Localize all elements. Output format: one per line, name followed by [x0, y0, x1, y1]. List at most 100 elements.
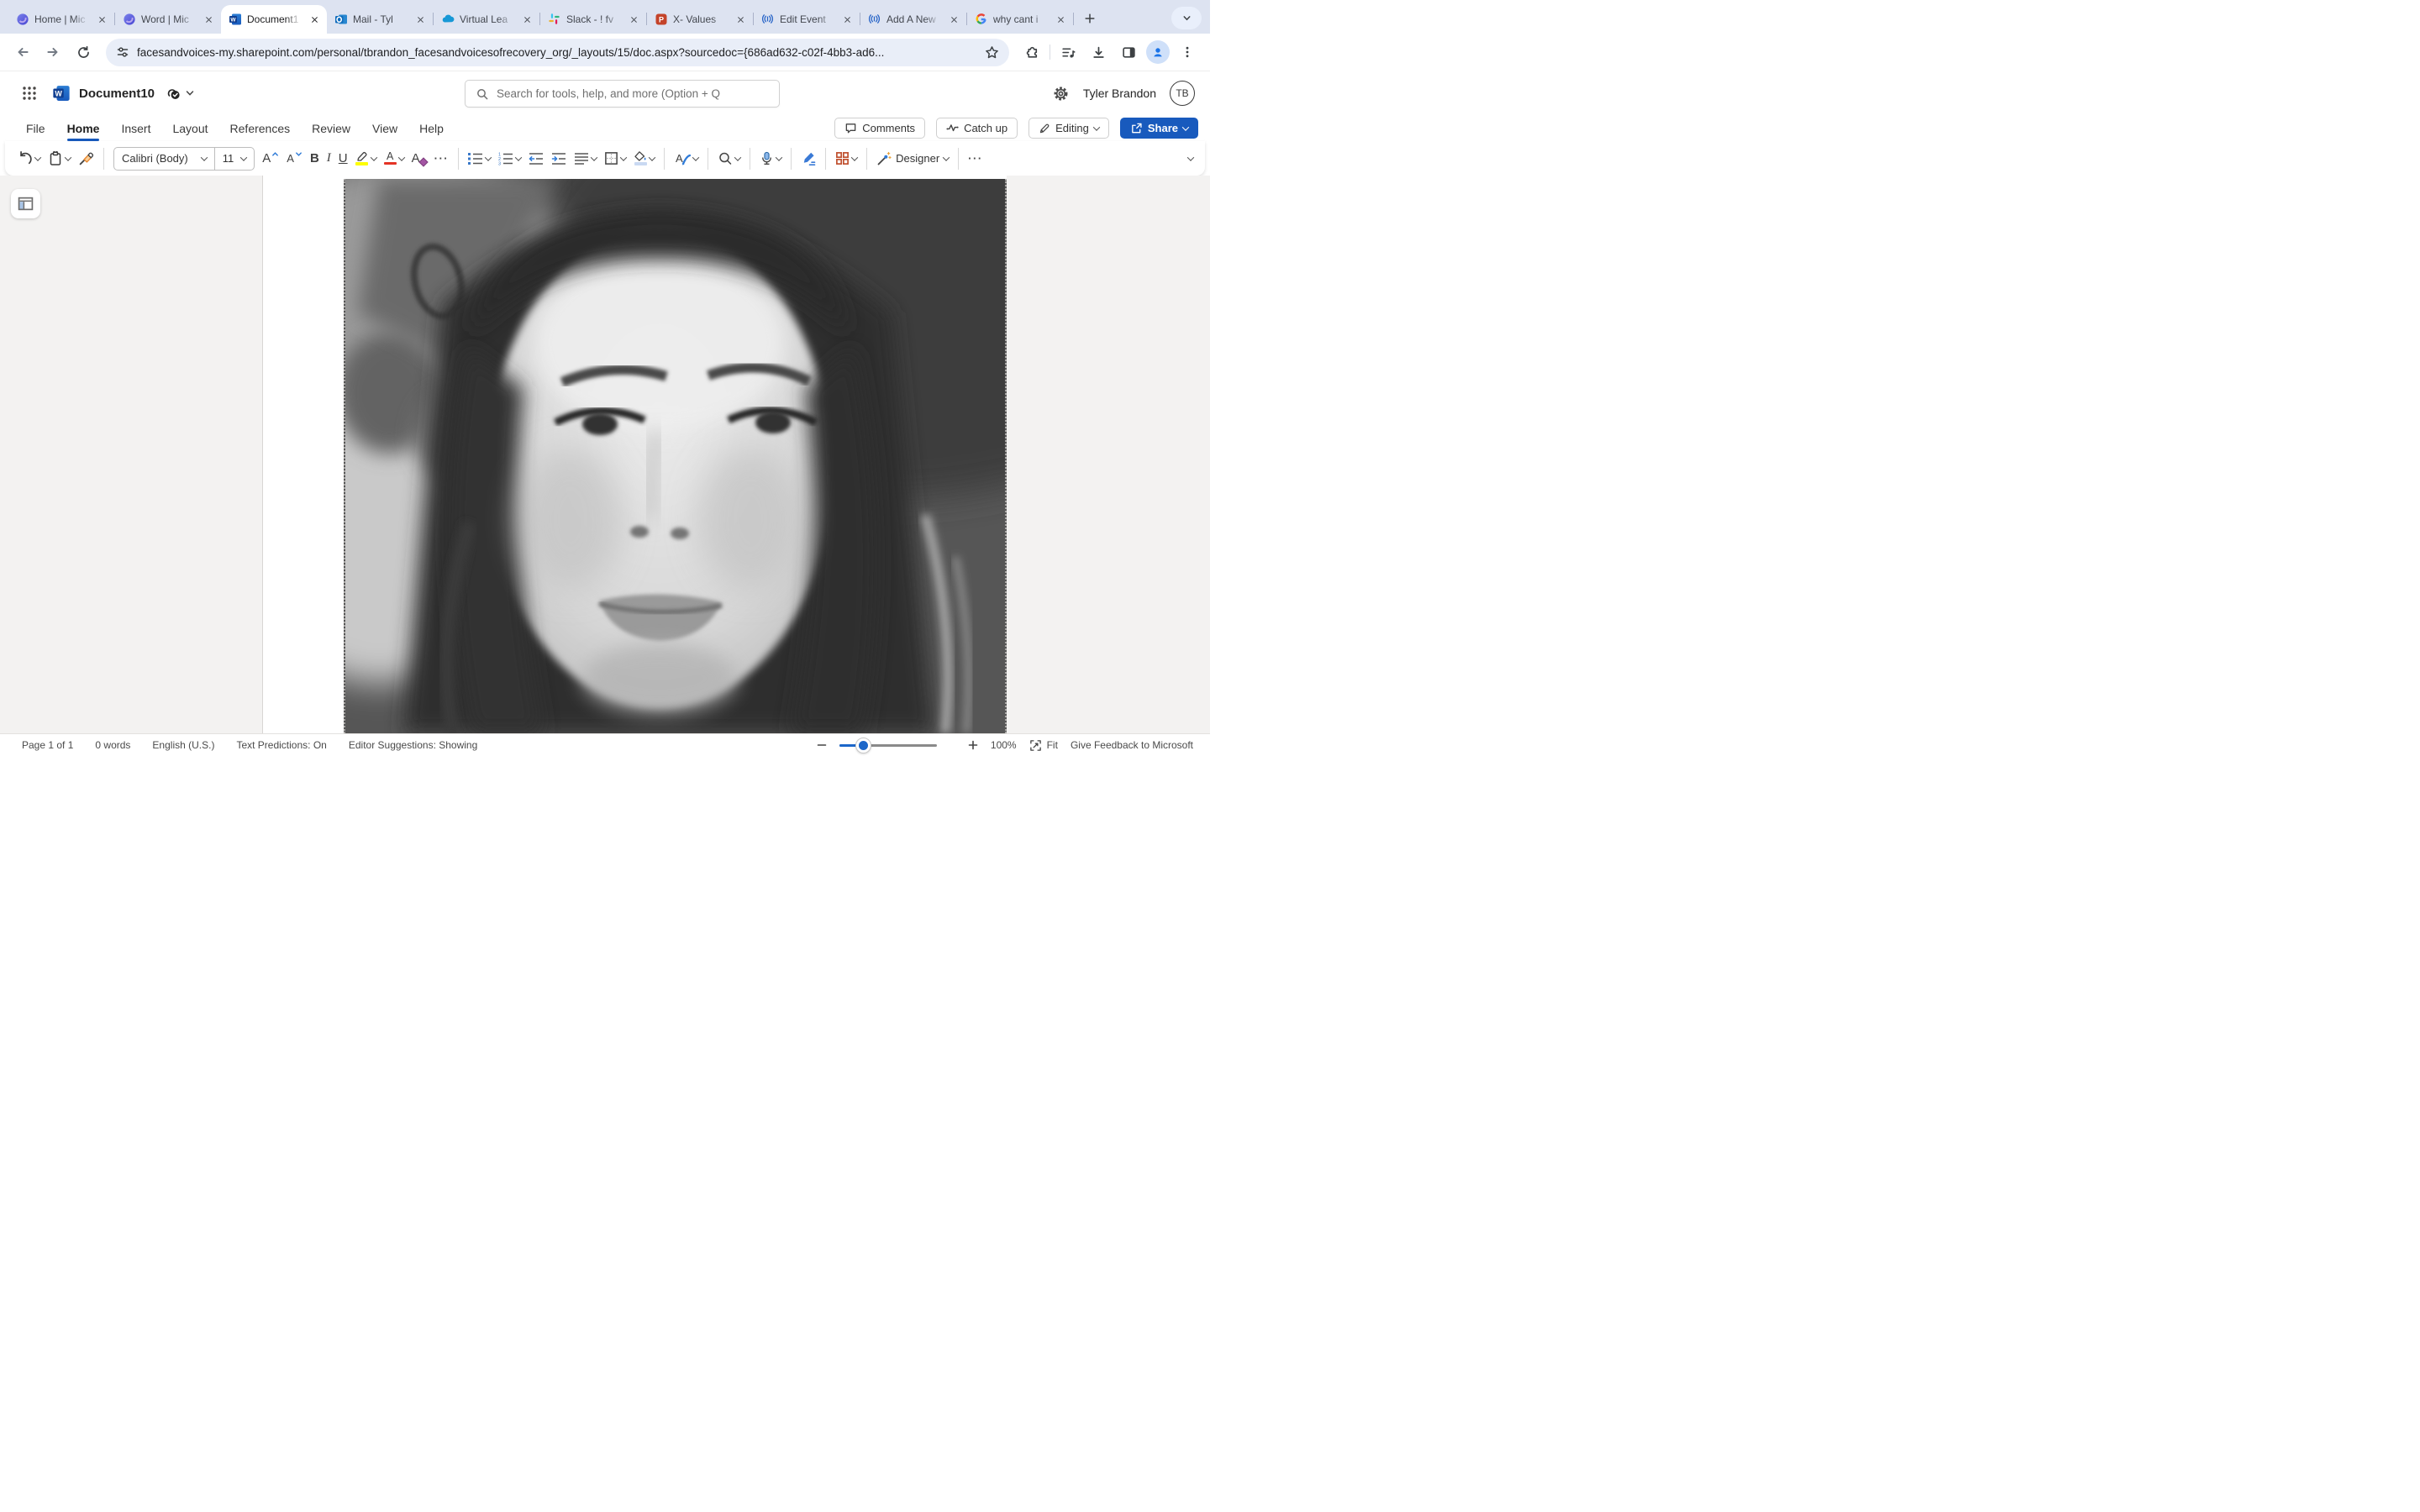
- reload-button[interactable]: [71, 39, 96, 65]
- tab-close-icon[interactable]: [520, 13, 534, 26]
- zoom-slider-thumb[interactable]: [855, 738, 871, 753]
- editor-button[interactable]: [801, 151, 816, 166]
- menu-home[interactable]: Home: [56, 116, 111, 141]
- editor-suggestions-toggle[interactable]: Editor Suggestions: Showing: [349, 739, 477, 751]
- browser-menu-button[interactable]: [1175, 39, 1200, 65]
- browser-tab-home[interactable]: Home | Mic: [8, 5, 114, 34]
- text-predictions-toggle[interactable]: Text Predictions: On: [236, 739, 326, 751]
- user-avatar[interactable]: TB: [1170, 81, 1195, 106]
- site-settings-icon[interactable]: [116, 45, 129, 59]
- tab-close-icon[interactable]: [627, 13, 640, 26]
- designer-button[interactable]: Designer: [876, 151, 949, 166]
- font-color-button[interactable]: A: [384, 152, 404, 165]
- shrink-font-button[interactable]: A: [287, 152, 302, 165]
- catch-up-button[interactable]: Catch up: [936, 118, 1018, 139]
- underline-button[interactable]: U: [339, 151, 348, 165]
- fit-to-page-button[interactable]: Fit: [1029, 739, 1058, 752]
- borders-button[interactable]: [604, 151, 626, 165]
- tab-close-icon[interactable]: [947, 13, 960, 26]
- word-app-icon[interactable]: W: [52, 84, 71, 102]
- text-highlight-button[interactable]: [355, 151, 376, 165]
- browser-tab-edit-event[interactable]: Edit Event: [754, 5, 860, 34]
- search-input[interactable]: Search for tools, help, and more (Option…: [465, 80, 780, 108]
- font-name-select[interactable]: Calibri (Body): [114, 148, 214, 170]
- tab-close-icon[interactable]: [413, 13, 427, 26]
- menu-review[interactable]: Review: [301, 116, 361, 141]
- side-panel-button[interactable]: [1116, 39, 1141, 65]
- menu-insert[interactable]: Insert: [110, 116, 161, 141]
- url-text[interactable]: facesandvoices-my.sharepoint.com/persona…: [137, 46, 977, 59]
- font-size-select[interactable]: 11: [214, 148, 255, 170]
- tab-close-icon[interactable]: [202, 13, 215, 26]
- shading-button[interactable]: [634, 151, 655, 165]
- styles-button[interactable]: A: [674, 151, 698, 166]
- document-canvas: [0, 176, 1210, 733]
- settings-gear-button[interactable]: [1052, 85, 1070, 102]
- browser-tab-add-new[interactable]: Add A New: [860, 5, 966, 34]
- downloads-button[interactable]: [1086, 39, 1111, 65]
- tab-close-icon[interactable]: [95, 13, 108, 26]
- back-button[interactable]: [10, 39, 35, 65]
- grow-font-button[interactable]: A: [262, 151, 279, 165]
- browser-tab-virtual[interactable]: Virtual Lea: [434, 5, 539, 34]
- bullets-button[interactable]: [468, 152, 491, 165]
- document-page[interactable]: [262, 176, 1007, 733]
- format-painter-button[interactable]: [78, 150, 94, 166]
- increase-indent-button[interactable]: [551, 152, 566, 165]
- menu-references[interactable]: References: [219, 116, 302, 141]
- bold-button[interactable]: B: [310, 151, 319, 165]
- ribbon-overflow-button[interactable]: ···: [968, 152, 983, 165]
- document-photo[interactable]: [344, 179, 1007, 733]
- clear-formatting-button[interactable]: A: [412, 151, 427, 165]
- share-button[interactable]: Share: [1120, 118, 1198, 139]
- menu-layout[interactable]: Layout: [161, 116, 218, 141]
- dictate-button[interactable]: [760, 151, 781, 165]
- document-title[interactable]: Document10: [79, 87, 155, 101]
- media-controls-button[interactable]: [1055, 39, 1081, 65]
- add-ins-button[interactable]: [835, 151, 857, 165]
- page-count[interactable]: Page 1 of 1: [22, 739, 73, 751]
- menu-view[interactable]: View: [361, 116, 408, 141]
- menu-help[interactable]: Help: [408, 116, 455, 141]
- editing-mode-button[interactable]: Editing: [1028, 118, 1109, 139]
- menu-file[interactable]: File: [15, 116, 56, 141]
- tab-close-icon[interactable]: [1054, 13, 1067, 26]
- language-indicator[interactable]: English (U.S.): [152, 739, 214, 751]
- title-chevron-down-icon[interactable]: [185, 88, 195, 98]
- tab-close-icon[interactable]: [734, 13, 747, 26]
- browser-profile-avatar[interactable]: [1146, 40, 1170, 64]
- app-launcher-button[interactable]: [15, 79, 44, 108]
- browser-tab-google-search[interactable]: why cant i: [967, 5, 1073, 34]
- tab-overflow-button[interactable]: [1171, 7, 1202, 29]
- italic-button[interactable]: I: [327, 151, 331, 165]
- tab-close-icon[interactable]: [840, 13, 854, 26]
- browser-tab-slack[interactable]: Slack - ! fv: [540, 5, 646, 34]
- collapse-ribbon-button[interactable]: [1188, 156, 1193, 161]
- new-tab-button[interactable]: [1079, 8, 1101, 29]
- browser-tab-powerpoint[interactable]: P X- Values: [647, 5, 753, 34]
- browser-tab-mail[interactable]: Mail - Tyl: [327, 5, 433, 34]
- align-button[interactable]: [574, 152, 597, 165]
- feedback-link[interactable]: Give Feedback to Microsoft: [1071, 739, 1193, 751]
- navigation-pane-button[interactable]: [11, 189, 40, 218]
- find-button[interactable]: [718, 151, 740, 166]
- tab-close-icon[interactable]: [308, 13, 321, 26]
- undo-button[interactable]: [17, 150, 40, 166]
- browser-tab-document-active[interactable]: W Document1: [221, 5, 327, 34]
- font-group-overflow-button[interactable]: ···: [434, 152, 450, 165]
- comments-button[interactable]: Comments: [834, 118, 925, 139]
- word-count[interactable]: 0 words: [95, 739, 130, 751]
- zoom-slider[interactable]: [839, 744, 937, 747]
- numbering-button[interactable]: 123: [498, 152, 521, 165]
- cloud-saved-icon[interactable]: [165, 85, 182, 102]
- decrease-indent-button[interactable]: [529, 152, 544, 165]
- zoom-in-button[interactable]: [968, 740, 978, 750]
- paste-button[interactable]: [48, 151, 71, 166]
- zoom-out-button[interactable]: [817, 740, 827, 750]
- browser-tab-word[interactable]: Word | Mic: [115, 5, 221, 34]
- address-bar[interactable]: facesandvoices-my.sharepoint.com/persona…: [106, 39, 1009, 66]
- forward-button[interactable]: [40, 39, 66, 65]
- zoom-level[interactable]: 100%: [991, 739, 1017, 751]
- extensions-button[interactable]: [1019, 39, 1044, 65]
- bookmark-star-icon[interactable]: [985, 45, 999, 60]
